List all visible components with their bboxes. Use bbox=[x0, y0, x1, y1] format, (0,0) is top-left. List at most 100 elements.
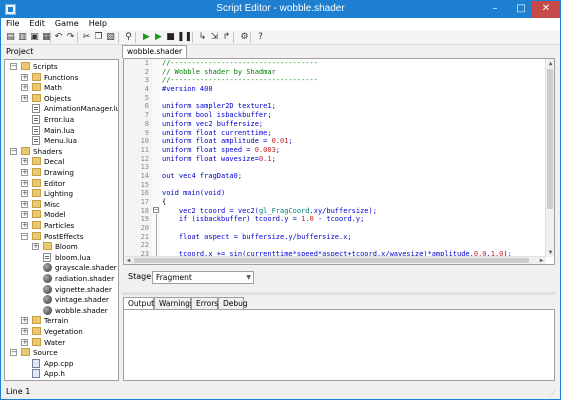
expand-icon[interactable]: + bbox=[21, 211, 28, 219]
run-icon[interactable]: ▶ bbox=[141, 32, 152, 43]
save-icon[interactable]: ▣ bbox=[29, 32, 40, 43]
scroll-down-icon[interactable]: ▼ bbox=[546, 248, 554, 257]
panel-splitter[interactable] bbox=[122, 292, 556, 295]
tree-item[interactable]: Menu.lua bbox=[5, 135, 118, 146]
tree-item[interactable]: − Source bbox=[5, 347, 118, 358]
vertical-scrollbar[interactable]: ▲ ▼ bbox=[545, 59, 554, 257]
expand-icon[interactable]: + bbox=[21, 190, 28, 198]
tree-item[interactable]: main.cpp bbox=[5, 379, 118, 380]
project-tree[interactable]: − Scripts + Functions + Math + Objects Animation… bbox=[4, 59, 119, 381]
tree-item[interactable]: radiation.shader bbox=[5, 273, 118, 284]
menu-game[interactable]: Game bbox=[50, 18, 84, 29]
open-folder-icon[interactable]: ▥ bbox=[17, 32, 28, 43]
tab-warnings[interactable]: Warnings bbox=[154, 297, 194, 309]
collapse-icon[interactable]: − bbox=[10, 63, 17, 70]
help-icon[interactable]: ? bbox=[255, 32, 266, 43]
output-pane[interactable] bbox=[123, 309, 555, 381]
tab-wobble-shader[interactable]: wobble.shader bbox=[122, 45, 188, 58]
expand-icon[interactable]: + bbox=[21, 328, 28, 335]
scroll-left-icon[interactable]: ◀ bbox=[124, 257, 133, 264]
tree-item[interactable]: + Editor bbox=[5, 178, 118, 189]
tree-item-label: grayscale.shader bbox=[55, 263, 117, 273]
fold-toggle[interactable]: − bbox=[153, 207, 159, 213]
tree-item[interactable]: + Objects bbox=[5, 93, 118, 104]
tree-item[interactable]: + Model bbox=[5, 209, 118, 220]
cut-icon[interactable]: ✂ bbox=[81, 32, 92, 43]
step-out-icon[interactable]: ↱ bbox=[221, 32, 232, 43]
find-icon[interactable]: ⚲ bbox=[123, 32, 134, 43]
step-into-icon[interactable]: ⇲ bbox=[209, 32, 220, 43]
code-area[interactable]: //-----------------------------------// … bbox=[162, 59, 547, 259]
tree-item[interactable]: vintage.shader bbox=[5, 294, 118, 305]
copy-icon[interactable]: ❐ bbox=[93, 32, 104, 43]
tree-item[interactable]: App.h bbox=[5, 368, 118, 379]
tree-item[interactable]: + Lighting bbox=[5, 188, 118, 199]
stage-dropdown[interactable]: Fragment ▼ bbox=[152, 271, 254, 284]
title-bar[interactable]: Script Editor - wobble.shader – □ ✕ bbox=[1, 1, 560, 18]
tree-item[interactable]: + Particles bbox=[5, 220, 118, 231]
minimize-button[interactable]: – bbox=[482, 1, 508, 18]
tree-item[interactable]: Error.lua bbox=[5, 114, 118, 125]
step-over-icon[interactable]: ↳ bbox=[197, 32, 208, 43]
tab-output[interactable]: Output bbox=[123, 297, 154, 309]
tree-item[interactable]: + Water bbox=[5, 337, 118, 348]
expand-icon[interactable]: + bbox=[21, 84, 28, 92]
expand-icon[interactable]: + bbox=[21, 179, 28, 187]
new-file-icon[interactable]: ▤ bbox=[5, 32, 16, 43]
resize-grip-icon[interactable]: ⋰ bbox=[549, 389, 558, 398]
expand-icon[interactable]: + bbox=[21, 169, 28, 176]
expand-icon[interactable]: + bbox=[21, 338, 28, 346]
close-button[interactable]: ✕ bbox=[532, 1, 560, 18]
pause-icon[interactable]: ❚❚ bbox=[177, 32, 192, 43]
code-line: uniform float amplitude = 0.01; bbox=[162, 137, 547, 146]
expand-icon[interactable]: + bbox=[21, 222, 28, 229]
expand-icon[interactable]: + bbox=[21, 200, 28, 208]
scroll-up-icon[interactable]: ▲ bbox=[546, 59, 554, 68]
run-alt-icon[interactable]: ▶ bbox=[153, 32, 164, 43]
tab-debug[interactable]: Debug bbox=[218, 297, 248, 309]
chevron-down-icon: ▼ bbox=[246, 274, 251, 281]
maximize-button[interactable]: □ bbox=[508, 1, 534, 18]
expand-icon[interactable]: + bbox=[32, 243, 39, 251]
tree-item[interactable]: + Vegetation bbox=[5, 326, 118, 337]
menu-file[interactable]: File bbox=[1, 18, 24, 29]
tree-item[interactable]: grayscale.shader bbox=[5, 262, 118, 273]
tree-item[interactable]: + Bloom bbox=[5, 241, 118, 252]
tree-item[interactable]: + Terrain bbox=[5, 315, 118, 326]
tree-item[interactable]: + Decal bbox=[5, 156, 118, 167]
tree-item[interactable]: AnimationManager.lua bbox=[5, 103, 118, 114]
paste-icon[interactable]: ▧ bbox=[105, 32, 116, 43]
code-editor[interactable]: 1 2 3 4 5 6 7 8 9 10 11 12 13 14 15 16 17 18 19 20 21 22 23 − … bbox=[123, 58, 555, 265]
tree-item[interactable]: − Shaders bbox=[5, 146, 118, 157]
collapse-icon[interactable]: − bbox=[10, 147, 17, 155]
tree-item[interactable]: bloom.lua bbox=[5, 252, 118, 263]
menu-help[interactable]: Help bbox=[84, 18, 112, 29]
horizontal-scroll-thumb[interactable] bbox=[134, 258, 529, 263]
tree-item[interactable]: − Scripts bbox=[5, 61, 118, 72]
tab-errors[interactable]: Errors bbox=[191, 297, 218, 309]
expand-icon[interactable]: + bbox=[21, 73, 28, 81]
vertical-scroll-thumb[interactable] bbox=[547, 69, 553, 209]
tree-item[interactable]: App.cpp bbox=[5, 358, 118, 369]
expand-icon[interactable]: + bbox=[21, 158, 28, 166]
tree-item[interactable]: wobble.shader bbox=[5, 305, 118, 316]
tree-item[interactable]: + Drawing bbox=[5, 167, 118, 178]
line-number: 22 bbox=[140, 241, 149, 250]
tree-item[interactable]: + Functions bbox=[5, 72, 118, 83]
collapse-icon[interactable]: − bbox=[21, 232, 28, 240]
tree-item[interactable]: Main.lua bbox=[5, 125, 118, 136]
menu-edit[interactable]: Edit bbox=[24, 18, 50, 29]
tree-item[interactable]: vignette.shader bbox=[5, 284, 118, 295]
settings-icon[interactable]: ⚙ bbox=[239, 32, 250, 43]
scroll-right-icon[interactable]: ▶ bbox=[537, 257, 546, 264]
expand-icon[interactable]: + bbox=[21, 317, 28, 325]
tree-item[interactable]: − PostEffects bbox=[5, 231, 118, 242]
tree-item[interactable]: + Math bbox=[5, 82, 118, 93]
collapse-icon[interactable]: − bbox=[10, 349, 17, 357]
stop-icon[interactable]: ■ bbox=[165, 32, 176, 43]
horizontal-scrollbar[interactable]: ◀ ▶ bbox=[124, 256, 546, 264]
undo-icon[interactable]: ↶ bbox=[53, 32, 64, 43]
redo-icon[interactable]: ↷ bbox=[65, 32, 76, 43]
expand-icon[interactable]: + bbox=[21, 94, 28, 102]
tree-item[interactable]: + Misc bbox=[5, 199, 118, 210]
